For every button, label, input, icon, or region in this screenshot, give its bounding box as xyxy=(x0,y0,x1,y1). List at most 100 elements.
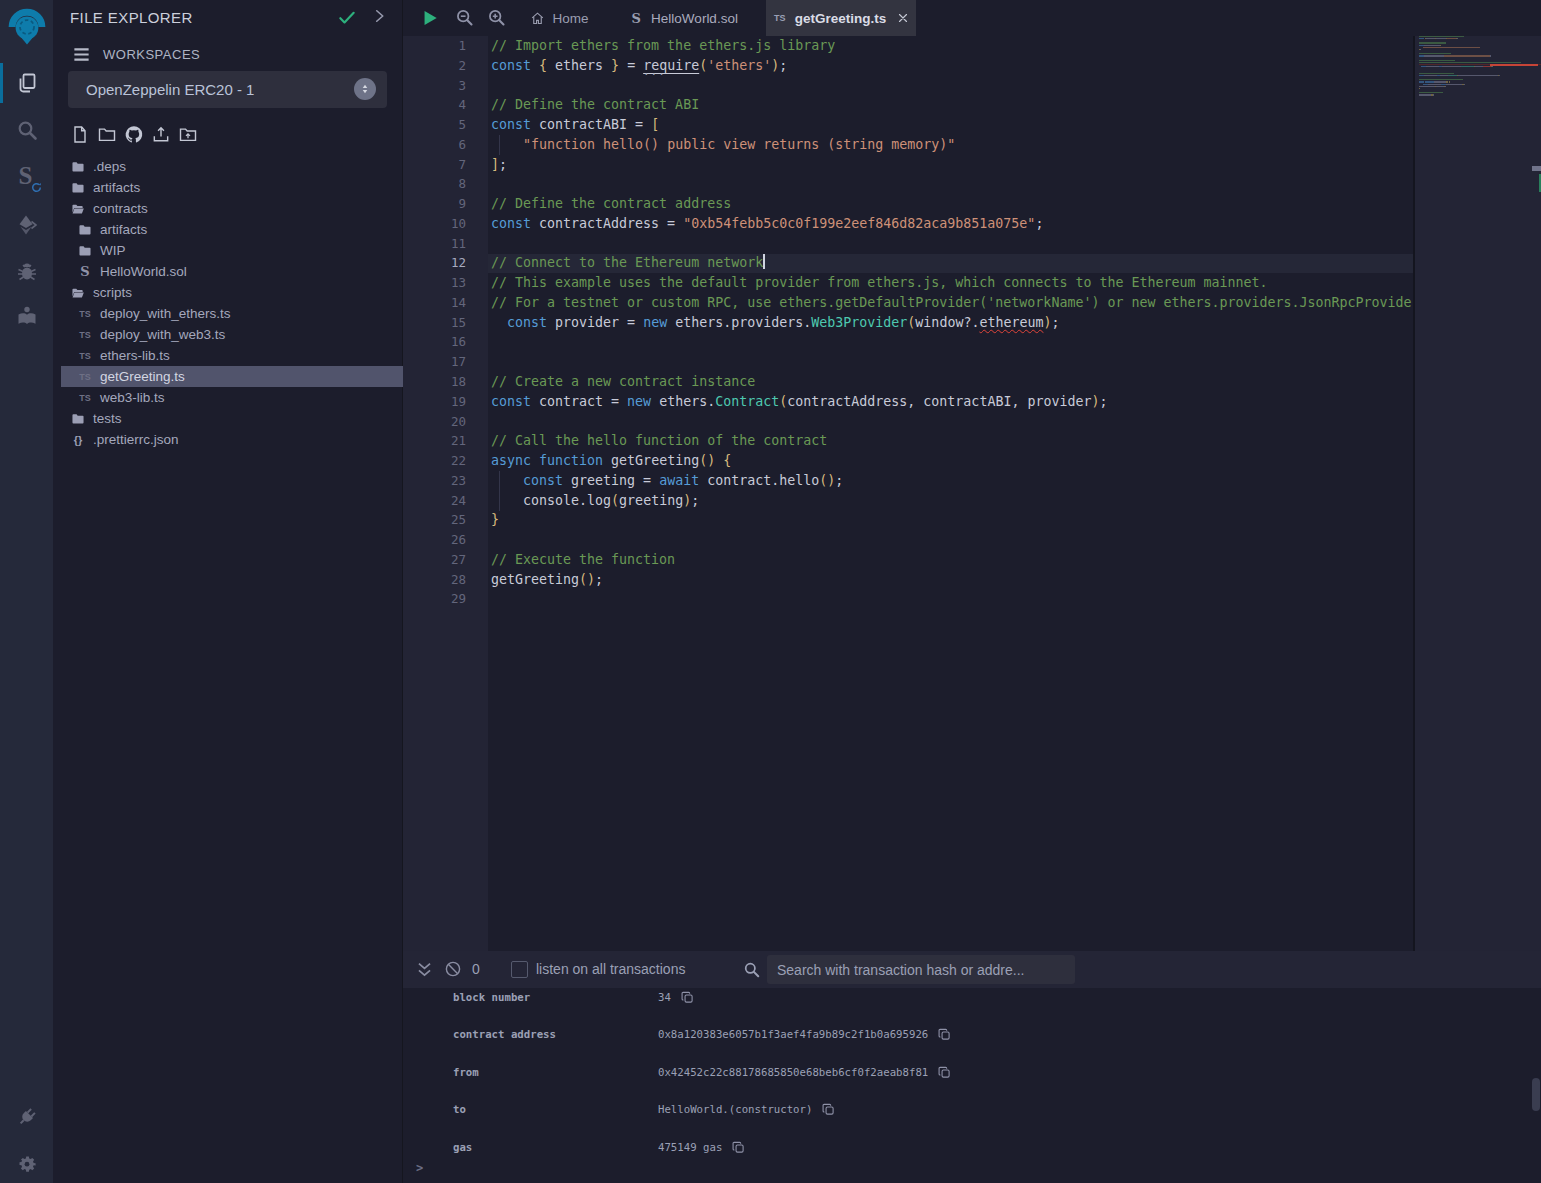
overview-ruler-marker xyxy=(1532,166,1541,171)
line-number: 8 xyxy=(403,174,488,194)
code-line-10[interactable]: const contractAddress = "0xb54febb5c0c0f… xyxy=(491,214,1413,234)
code-area[interactable]: // Import ethers from the ethers.js libr… xyxy=(491,36,1413,951)
terminal-row-to: toHelloWorld.(constructor) xyxy=(403,1101,1541,1119)
copy-icon[interactable] xyxy=(681,991,694,1004)
tab-getgreeting-ts[interactable]: TSgetGreeting.ts xyxy=(766,0,916,36)
hamburger-menu-icon[interactable] xyxy=(72,45,91,62)
zoom-in-icon[interactable] xyxy=(486,7,507,28)
plugin-manager-icon[interactable] xyxy=(0,1094,53,1140)
create-new-file-icon[interactable] xyxy=(70,124,90,145)
terminal-scrollbar-thumb[interactable] xyxy=(1532,1078,1540,1111)
code-line-8[interactable] xyxy=(491,174,1413,194)
terminal-row-value: HelloWorld.(constructor) xyxy=(658,1103,835,1116)
create-new-folder-icon[interactable] xyxy=(97,124,117,145)
copy-icon[interactable] xyxy=(822,1103,835,1116)
expand-terminal-icon[interactable] xyxy=(415,960,434,979)
close-tab-icon[interactable] xyxy=(896,11,910,25)
tree-item-deploy-with-ethers-ts[interactable]: TSdeploy_with_ethers.ts xyxy=(61,303,403,324)
code-line-4[interactable]: // Define the contract ABI xyxy=(491,95,1413,115)
terminal-row-value: 34 xyxy=(658,991,694,1004)
terminal-prompt[interactable]: > xyxy=(416,1161,423,1175)
code-line-24[interactable]: console.log(greeting); xyxy=(491,491,1413,511)
code-line-5[interactable]: const contractABI = [ xyxy=(491,115,1413,135)
code-line-22[interactable]: async function getGreeting() { xyxy=(491,451,1413,471)
code-line-6[interactable]: "function hello() public view returns (s… xyxy=(491,135,1413,155)
tree-item-helloworld-sol[interactable]: SHelloWorld.sol xyxy=(61,261,403,282)
line-number: 1 xyxy=(403,36,488,56)
listen-transactions-checkbox[interactable] xyxy=(511,961,528,978)
chevron-right-icon[interactable] xyxy=(370,7,388,27)
tree-item-label: artifacts xyxy=(93,180,140,195)
code-line-18[interactable]: // Create a new contract instance xyxy=(491,372,1413,392)
code-line-17[interactable] xyxy=(491,352,1413,372)
terminal-search-input[interactable] xyxy=(767,955,1075,984)
folder-open-icon xyxy=(70,285,86,301)
zoom-out-icon[interactable] xyxy=(454,7,475,28)
code-line-20[interactable] xyxy=(491,412,1413,432)
code-line-1[interactable]: // Import ethers from the ethers.js libr… xyxy=(491,36,1413,56)
tree-item-artifacts[interactable]: artifacts xyxy=(61,177,403,198)
learneth-icon[interactable] xyxy=(0,294,53,338)
load-from-folder-icon[interactable] xyxy=(178,124,198,145)
tree-item-ethers-lib-ts[interactable]: TSethers-lib.ts xyxy=(61,345,403,366)
code-line-9[interactable]: // Define the contract address xyxy=(491,194,1413,214)
typescript-file-icon: TS xyxy=(77,306,93,322)
tree-item--prettierrc-json[interactable]: {}.prettierrc.json xyxy=(61,429,403,450)
file-explorer-icon[interactable] xyxy=(0,61,53,105)
code-line-15[interactable]: const provider = new ethers.providers.We… xyxy=(491,313,1413,333)
copy-icon[interactable] xyxy=(732,1141,745,1154)
tree-item-scripts[interactable]: scripts xyxy=(61,282,403,303)
code-line-29[interactable] xyxy=(491,589,1413,609)
code-line-25[interactable]: } xyxy=(491,510,1413,530)
line-number: 14 xyxy=(403,293,488,313)
minimap[interactable] xyxy=(1419,36,1541,236)
tree-item-contracts[interactable]: contracts xyxy=(61,198,403,219)
code-line-12[interactable]: // Connect to the Ethereum network xyxy=(491,253,1413,273)
workspace-select[interactable]: OpenZeppelin ERC20 - 1 xyxy=(68,71,387,108)
search-icon[interactable] xyxy=(0,108,53,152)
run-script-button[interactable] xyxy=(420,8,440,28)
copy-icon[interactable] xyxy=(938,1028,951,1041)
code-line-7[interactable]: ]; xyxy=(491,155,1413,175)
clone-git-repository-icon[interactable] xyxy=(124,124,144,145)
clear-console-icon[interactable] xyxy=(444,960,462,978)
code-line-23[interactable]: const greeting = await contract.hello(); xyxy=(491,471,1413,491)
code-line-27[interactable]: // Execute the function xyxy=(491,550,1413,570)
code-line-26[interactable] xyxy=(491,530,1413,550)
remix-logo-icon[interactable] xyxy=(0,5,53,49)
tab-helloworld-sol[interactable]: SHelloWorld.sol xyxy=(619,0,747,36)
debugger-icon[interactable] xyxy=(0,250,53,294)
code-line-21[interactable]: // Call the hello function of the contra… xyxy=(491,431,1413,451)
code-line-13[interactable]: // This example uses the default provide… xyxy=(491,273,1413,293)
workspace-switch-icon[interactable] xyxy=(354,78,376,100)
tree-item-web3-lib-ts[interactable]: TSweb3-lib.ts xyxy=(61,387,403,408)
solidity-compiler-icon[interactable]: S xyxy=(0,157,53,201)
tab-label: getGreeting.ts xyxy=(795,11,887,26)
tree-item-getgreeting-ts[interactable]: TSgetGreeting.ts xyxy=(61,366,403,387)
code-line-14[interactable]: // For a testnet or custom RPC, use ethe… xyxy=(491,293,1413,313)
code-line-3[interactable] xyxy=(491,76,1413,96)
code-line-28[interactable]: getGreeting(); xyxy=(491,570,1413,590)
indent-guide xyxy=(499,491,500,511)
deploy-run-icon[interactable] xyxy=(0,203,53,247)
line-number: 25 xyxy=(403,510,488,530)
tab-home[interactable]: Home xyxy=(515,0,603,36)
code-line-2[interactable]: const { ethers } = require('ethers'); xyxy=(491,56,1413,76)
tree-item-wip[interactable]: WIP xyxy=(61,240,403,261)
activity-bar: S xyxy=(0,0,53,1183)
copy-icon[interactable] xyxy=(938,1066,951,1079)
check-icon[interactable] xyxy=(337,7,357,27)
tree-item--deps[interactable]: .deps xyxy=(61,156,403,177)
line-number: 16 xyxy=(403,332,488,352)
tree-item-artifacts[interactable]: artifacts xyxy=(61,219,403,240)
code-line-19[interactable]: const contract = new ethers.Contract(con… xyxy=(491,392,1413,412)
line-number: 21 xyxy=(403,431,488,451)
code-line-11[interactable] xyxy=(491,234,1413,254)
upload-files-icon[interactable] xyxy=(151,124,171,145)
tree-item-deploy-with-web3-ts[interactable]: TSdeploy_with_web3.ts xyxy=(61,324,403,345)
line-number: 28 xyxy=(403,570,488,590)
code-line-16[interactable] xyxy=(491,332,1413,352)
tree-item-tests[interactable]: tests xyxy=(61,408,403,429)
settings-icon[interactable] xyxy=(0,1141,53,1183)
solidity-file-icon: S xyxy=(628,10,644,26)
